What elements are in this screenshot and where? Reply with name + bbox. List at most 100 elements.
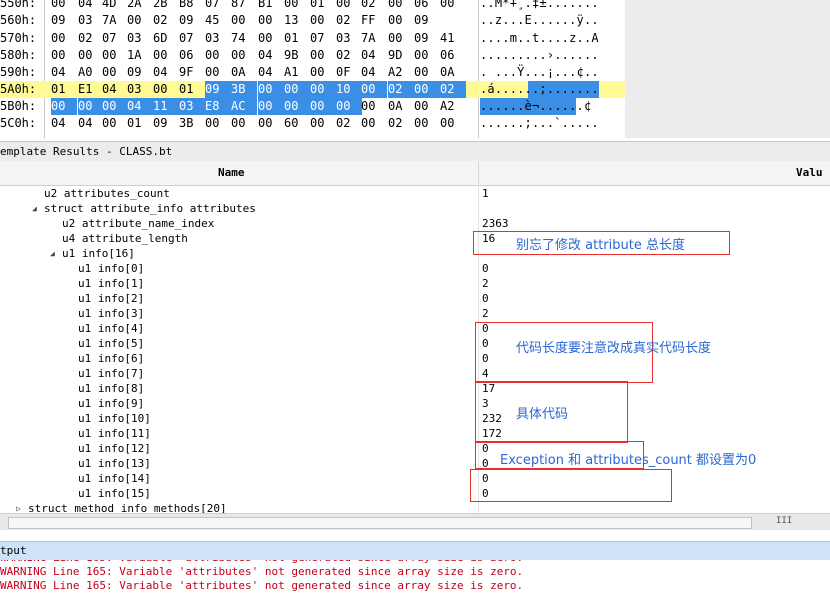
hex-byte[interactable]: 00	[102, 115, 122, 132]
hex-byte[interactable]: 07	[310, 30, 330, 47]
hex-byte[interactable]: 00	[388, 30, 408, 47]
hex-byte[interactable]: 0F	[336, 64, 356, 81]
hex-byte[interactable]: 00	[388, 12, 408, 29]
hex-byte[interactable]: 3B	[231, 81, 257, 98]
hex-byte[interactable]: B8	[179, 0, 199, 12]
tree-row[interactable]: u1 info[4] 0	[0, 321, 830, 336]
hex-byte[interactable]: 00	[258, 12, 278, 29]
hex-byte[interactable]: 00	[258, 81, 284, 98]
hex-byte[interactable]: E1	[78, 81, 98, 98]
scrollbar-track[interactable]	[8, 517, 752, 529]
hex-editor[interactable]: 550h: 00 04 4D 2A 2B B8 07 87 B1 00 01 00 02 00 06 00 ..M…	[0, 0, 625, 138]
hex-byte[interactable]: 00	[153, 47, 173, 64]
hex-byte[interactable]: 02	[153, 12, 173, 29]
hex-byte[interactable]: 00	[414, 115, 434, 132]
hex-byte[interactable]: 09	[127, 64, 147, 81]
hex-byte[interactable]: 00	[310, 81, 336, 98]
hex-ascii[interactable]: . ...Ÿ...¡...¢..	[480, 64, 599, 81]
hex-byte[interactable]: 07	[179, 30, 199, 47]
hex-byte[interactable]: 00	[310, 64, 330, 81]
hex-row[interactable]: 5B0h: 00 00 00 04 11 03 E8 AC 00 00 00 00 00 0A 00 A2...…	[0, 98, 625, 115]
hex-byte[interactable]: 01	[179, 81, 199, 98]
hex-byte[interactable]: 06	[179, 47, 199, 64]
tree-row[interactable]: u1 info[7] 4	[0, 366, 830, 381]
hex-byte[interactable]: FF	[361, 12, 381, 29]
hex-byte[interactable]: 0A	[388, 98, 408, 115]
hex-byte[interactable]: 9B	[284, 47, 304, 64]
hex-row[interactable]: 580h: 00 00 00 1A 00 06 00 00 04 9B 00 02 04 9D 00 06...…	[0, 47, 625, 64]
hex-byte[interactable]: 00	[231, 47, 251, 64]
hex-byte[interactable]: 00	[361, 115, 381, 132]
hex-byte[interactable]: 6D	[153, 30, 173, 47]
hex-row[interactable]: 590h: 04 A0 00 09 04 9F 00 0A 04 A1 00 0F 04 A2 00 0A. .…	[0, 64, 625, 81]
hex-byte[interactable]: 1A	[127, 47, 147, 64]
hex-byte[interactable]: 3B	[179, 115, 199, 132]
hex-byte[interactable]: 00	[388, 0, 408, 12]
hex-row[interactable]: 5C0h: 04 04 00 01 09 3B 00 00 00 60 00 02 00 02 00 00...…	[0, 115, 625, 132]
hex-byte[interactable]: 2A	[127, 0, 147, 12]
hex-byte[interactable]: 41	[440, 30, 460, 47]
hex-byte[interactable]: 10	[336, 81, 362, 98]
hex-byte[interactable]: 00	[414, 81, 440, 98]
hex-byte[interactable]: 03	[78, 12, 98, 29]
hex-byte[interactable]: 9D	[388, 47, 408, 64]
hex-byte[interactable]: 9F	[179, 64, 199, 81]
hex-byte[interactable]: 04	[102, 81, 122, 98]
hex-row[interactable]: 560h: 09 03 7A 00 02 09 45 00 00 13 00 02 FF 00 09 ..z..…	[0, 12, 625, 29]
hex-byte[interactable]: 02	[78, 30, 98, 47]
hex-byte[interactable]: 87	[231, 0, 251, 12]
hex-byte[interactable]: 00	[51, 30, 71, 47]
hex-byte[interactable]: 00	[284, 98, 310, 115]
expand-arrow-icon[interactable]: ▷	[16, 501, 21, 513]
hex-byte[interactable]: 04	[361, 47, 381, 64]
hex-byte[interactable]: 00	[361, 98, 381, 115]
hex-byte[interactable]: 00	[231, 115, 251, 132]
hex-row[interactable]: 550h: 00 04 4D 2A 2B B8 07 87 B1 00 01 00 02 00 06 00 ..M…	[0, 0, 625, 12]
scrollbar-grip-icon[interactable]: III	[776, 516, 792, 526]
hex-byte[interactable]: 09	[414, 30, 434, 47]
hex-byte[interactable]: 03	[336, 30, 356, 47]
hex-byte[interactable]: 00	[414, 98, 434, 115]
hex-byte[interactable]: A1	[284, 64, 304, 81]
tree-row[interactable]: u2 attribute_name_index 2363	[0, 216, 830, 231]
hex-byte[interactable]: 04	[153, 64, 173, 81]
hex-byte[interactable]: 07	[205, 0, 225, 12]
hex-byte[interactable]: 00	[153, 81, 173, 98]
hex-byte[interactable]: 03	[205, 30, 225, 47]
tree-row[interactable]: u1 info[9] 3	[0, 396, 830, 411]
hex-byte[interactable]: 00	[102, 98, 128, 115]
hex-byte[interactable]: 03	[179, 98, 205, 115]
hex-ascii[interactable]: .á......;.......	[480, 81, 599, 98]
hex-byte[interactable]: 02	[336, 12, 356, 29]
hex-byte[interactable]: 00	[336, 0, 356, 12]
hex-byte[interactable]: 00	[205, 47, 225, 64]
hex-byte[interactable]: 06	[440, 47, 460, 64]
hex-row[interactable]: 570h: 00 02 07 03 6D 07 03 74 00 01 07 03 7A 00 09 41...…	[0, 30, 625, 47]
hex-byte[interactable]: 01	[127, 115, 147, 132]
tree-row[interactable]: u1 info[15] 0	[0, 486, 830, 501]
hex-byte[interactable]: A2	[440, 98, 460, 115]
hex-ascii[interactable]: ......;...`.....	[480, 115, 599, 132]
hex-ascii[interactable]: ....m..t....z..A	[480, 30, 599, 47]
hex-byte[interactable]: 03	[127, 30, 147, 47]
column-header-value[interactable]: Valu	[796, 166, 823, 179]
hex-byte[interactable]: 60	[284, 115, 304, 132]
collapse-arrow-icon[interactable]: ◢	[32, 201, 37, 216]
hex-byte[interactable]: 04	[127, 98, 153, 115]
hex-ascii[interactable]: ......è¬......¢	[480, 98, 592, 115]
hex-byte[interactable]: 01	[310, 0, 330, 12]
tree-row[interactable]: u1 info[11] 172	[0, 426, 830, 441]
hex-byte[interactable]: 04	[51, 115, 71, 132]
hex-byte[interactable]: 09	[51, 12, 71, 29]
hex-byte[interactable]: 00	[127, 12, 147, 29]
hex-byte[interactable]: 13	[284, 12, 304, 29]
hex-byte[interactable]: 06	[414, 0, 434, 12]
hex-byte[interactable]: 04	[258, 64, 278, 81]
hex-byte[interactable]: 00	[102, 64, 122, 81]
hex-byte[interactable]: 4D	[102, 0, 122, 12]
hex-ascii[interactable]: ..M*+¸.‡±.......	[480, 0, 599, 12]
hex-byte[interactable]: 04	[78, 0, 98, 12]
hex-byte[interactable]: 00	[414, 47, 434, 64]
horizontal-scrollbar[interactable]: III	[0, 513, 830, 530]
tree-row[interactable]: u1 info[0] 0	[0, 261, 830, 276]
